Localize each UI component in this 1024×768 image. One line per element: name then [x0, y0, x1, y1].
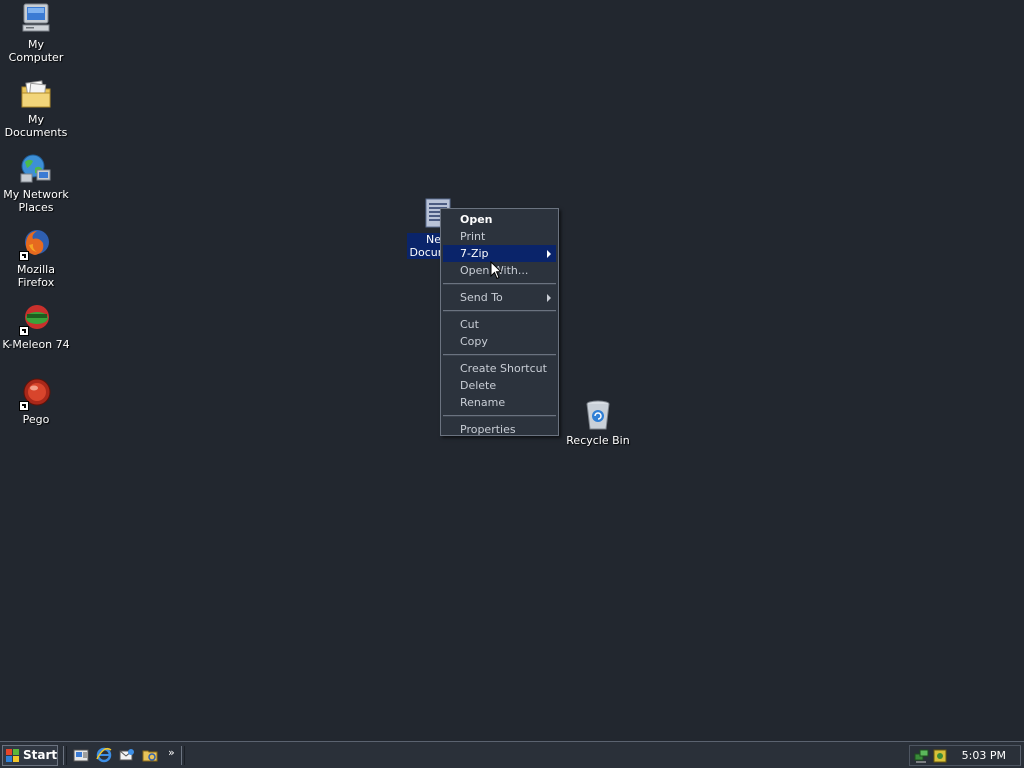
- menu-separator: [443, 310, 556, 312]
- desktop-icon-pego[interactable]: Pego: [0, 377, 74, 426]
- system-tray: 5:03 PM: [909, 745, 1021, 766]
- menu-item-7zip[interactable]: 7-Zip: [443, 245, 556, 262]
- menu-item-properties[interactable]: Properties: [443, 421, 556, 438]
- network-tray-icon[interactable]: [914, 748, 930, 764]
- desktop-icon-label: My Network Places: [3, 188, 69, 214]
- shortcut-arrow-icon: [19, 251, 29, 261]
- desktop-icon-label: My Documents: [4, 113, 68, 139]
- menu-item-label: Send To: [460, 291, 503, 304]
- folder-documents-icon: [19, 77, 53, 111]
- context-menu: Open Print 7-Zip Open With... Send To Cu…: [440, 208, 559, 436]
- mouse-cursor-icon: [490, 260, 503, 283]
- submenu-arrow-icon: [547, 250, 551, 258]
- desktop-icon-label: K-Meleon 74: [2, 338, 70, 351]
- desktop-icon-k-meleon[interactable]: K-Meleon 74: [0, 302, 74, 351]
- menu-item-copy[interactable]: Copy: [443, 333, 556, 350]
- menu-item-label: 7-Zip: [460, 247, 489, 260]
- desktop-icon-my-documents[interactable]: My Documents: [0, 77, 74, 139]
- taskbar: Start » 5:03 PM: [0, 741, 1024, 768]
- shortcut-arrow-icon: [19, 401, 29, 411]
- windows-flag-icon: [6, 749, 19, 762]
- desktop-icon-my-computer[interactable]: My Computer: [0, 2, 74, 64]
- quicklaunch-divider: [63, 746, 67, 765]
- menu-separator: [443, 415, 556, 417]
- menu-item-print[interactable]: Print: [443, 228, 556, 245]
- shortcut-arrow-icon: [19, 326, 29, 336]
- menu-item-create-shortcut[interactable]: Create Shortcut: [443, 360, 556, 377]
- submenu-arrow-icon: [547, 294, 551, 302]
- start-label: Start: [23, 748, 58, 762]
- menu-separator: [443, 283, 556, 285]
- desktop-icon-my-network-places[interactable]: My Network Places: [0, 152, 74, 214]
- menu-item-send-to[interactable]: Send To: [443, 289, 556, 306]
- clock[interactable]: 5:03 PM: [962, 749, 1006, 762]
- desktop-icon-label: Pego: [22, 413, 50, 426]
- desktop-icon-recycle-bin[interactable]: Recycle Bin: [560, 398, 636, 447]
- security-tray-icon[interactable]: [932, 748, 948, 764]
- outlook-express-icon[interactable]: [119, 747, 135, 763]
- menu-separator: [443, 354, 556, 356]
- internet-explorer-icon[interactable]: [96, 747, 112, 763]
- menu-item-open[interactable]: Open: [443, 211, 556, 228]
- start-button[interactable]: Start: [2, 745, 58, 766]
- network-globe-icon: [19, 152, 53, 186]
- quicklaunch-overflow-chevron[interactable]: »: [168, 746, 175, 759]
- desktop-icon-label: Mozilla Firefox: [17, 263, 55, 289]
- desktop-icon-label: My Computer: [8, 38, 64, 64]
- show-desktop-icon[interactable]: [73, 747, 89, 763]
- desktop-icon-mozilla-firefox[interactable]: Mozilla Firefox: [0, 227, 74, 289]
- k-meleon-icon: [19, 302, 53, 336]
- menu-item-cut[interactable]: Cut: [443, 316, 556, 333]
- recycle-bin-icon: [581, 398, 615, 432]
- computer-icon: [19, 2, 53, 36]
- windows-explorer-icon[interactable]: [142, 747, 158, 763]
- pego-icon: [19, 377, 53, 411]
- menu-item-delete[interactable]: Delete: [443, 377, 556, 394]
- menu-item-rename[interactable]: Rename: [443, 394, 556, 411]
- firefox-icon: [19, 227, 53, 261]
- quicklaunch-divider: [181, 746, 185, 765]
- desktop-icon-label: Recycle Bin: [566, 434, 630, 447]
